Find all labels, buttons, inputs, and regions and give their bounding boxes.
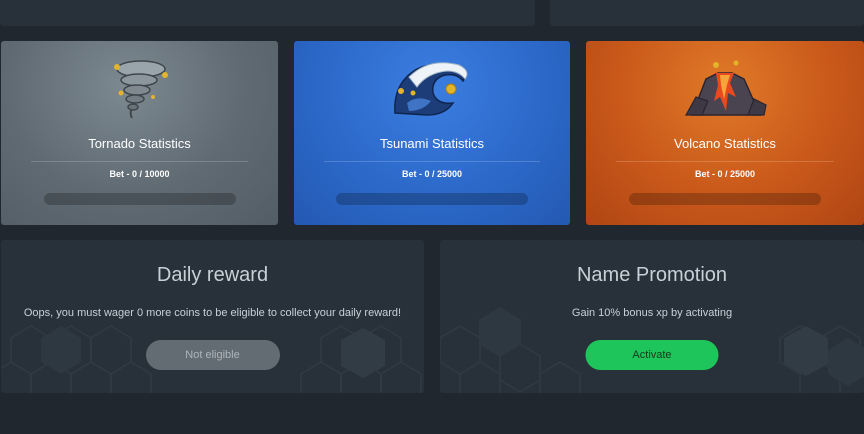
- daily-reward-message: Oops, you must wager 0 more coins to be …: [23, 307, 402, 319]
- divider: [324, 161, 540, 162]
- stat-bet: Bet - 0 / 25000: [401, 169, 463, 179]
- stat-title: Tornado Statistics: [88, 136, 191, 151]
- name-promotion-message: Gain 10% bonus xp by activating: [571, 307, 733, 319]
- not-eligible-button[interactable]: Not eligible: [145, 340, 280, 370]
- tsunami-wave-icon: [394, 62, 468, 116]
- tornado-icon: [113, 60, 168, 119]
- stat-title: Tsunami Statistics: [379, 136, 485, 151]
- daily-reward-panel: Daily reward Oops, you must wager 0 more…: [1, 240, 424, 393]
- progress-bar: [43, 193, 236, 205]
- progress-bar: [629, 193, 821, 205]
- volcano-stats-card: Volcano Statistics Bet - 0 / 25000: [586, 41, 864, 225]
- tornado-stats-card: Tornado Statistics Bet - 0 / 10000: [1, 41, 278, 225]
- daily-reward-title: Daily reward: [156, 264, 269, 286]
- tsunami-stats-card: Tsunami Statistics Bet - 0 / 25000: [294, 41, 570, 225]
- stat-bet: Bet - 0 / 10000: [109, 169, 170, 179]
- top-panel-left: [0, 0, 535, 26]
- stat-title: Volcano Statistics: [674, 136, 776, 151]
- name-promotion-panel: Name Promotion Gain 10% bonus xp by acti…: [440, 240, 864, 393]
- progress-bar: [336, 193, 528, 205]
- volcano-icon: [684, 60, 767, 116]
- divider: [616, 161, 834, 162]
- top-panel-right: [550, 0, 864, 26]
- stat-bet: Bet - 0 / 25000: [694, 169, 756, 179]
- divider: [31, 161, 248, 162]
- name-promotion-title: Name Promotion: [576, 264, 728, 286]
- activate-button[interactable]: Activate: [585, 340, 719, 370]
